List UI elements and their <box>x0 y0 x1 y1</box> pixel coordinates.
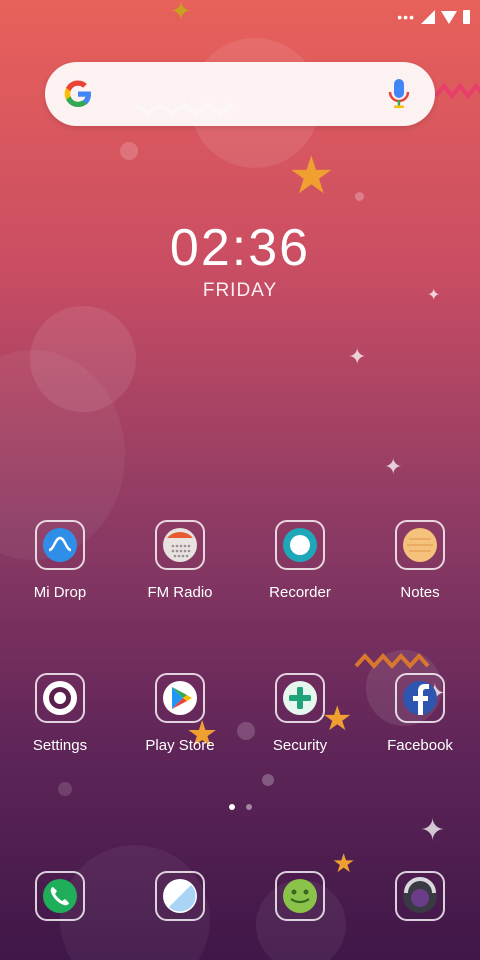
clock-widget[interactable]: 02:36 FRIDAY <box>0 220 480 302</box>
page-indicator[interactable] <box>0 804 480 810</box>
app-recorder[interactable]: Recorder <box>240 520 360 601</box>
app-mi-drop[interactable]: Mi Drop <box>0 520 120 601</box>
app-settings[interactable]: Settings <box>0 673 120 754</box>
app-label: Notes <box>400 584 440 601</box>
wallpaper: ★ ★ ★ ★ ✦ ✦ ✦ ✦ ✦ ✦ <box>0 0 480 960</box>
app-label: Facebook <box>387 737 453 754</box>
app-label: Security <box>272 737 328 754</box>
phone-icon[interactable] <box>35 871 85 921</box>
app-fm-radio[interactable]: FM Radio <box>120 520 240 601</box>
app-grid-row-2: Settings Play Store Security Facebook <box>0 673 480 754</box>
facebook-icon[interactable] <box>395 673 445 723</box>
app-facebook[interactable]: Facebook <box>360 673 480 754</box>
battery-icon <box>463 10 470 24</box>
mi-drop-icon[interactable] <box>35 520 85 570</box>
google-g-icon[interactable] <box>61 77 95 111</box>
play-store-icon[interactable] <box>155 673 205 723</box>
app-label: FM Radio <box>147 584 213 601</box>
status-bar: ••• <box>397 4 470 30</box>
dock-android[interactable] <box>240 871 360 921</box>
app-label: Play Store <box>145 737 215 754</box>
dock-messaging[interactable] <box>120 871 240 921</box>
wifi-icon <box>441 10 457 24</box>
settings-icon[interactable] <box>35 673 85 723</box>
app-label: Mi Drop <box>33 584 87 601</box>
google-search-bar[interactable] <box>45 62 435 126</box>
app-label: Recorder <box>269 584 331 601</box>
messaging-icon[interactable] <box>155 871 205 921</box>
app-notes[interactable]: Notes <box>360 520 480 601</box>
fm-radio-icon[interactable] <box>155 520 205 570</box>
page-dot-active[interactable] <box>228 804 235 810</box>
recorder-icon[interactable] <box>275 520 325 570</box>
signal-icon <box>421 10 435 24</box>
clock-time: 02:36 <box>169 219 311 277</box>
notes-icon[interactable] <box>395 520 445 570</box>
dock <box>0 871 480 921</box>
app-label: Settings <box>32 737 88 754</box>
dock-camera[interactable] <box>360 871 480 921</box>
camera-icon[interactable] <box>395 871 445 921</box>
app-play-store[interactable]: Play Store <box>120 673 240 754</box>
mic-icon[interactable] <box>387 77 411 111</box>
android-icon[interactable] <box>275 871 325 921</box>
security-icon[interactable] <box>275 673 325 723</box>
app-grid-row-1: Mi Drop FM Radio Recorder Notes <box>0 520 480 601</box>
dock-phone[interactable] <box>0 871 120 921</box>
app-security[interactable]: Security <box>240 673 360 754</box>
page-dot[interactable] <box>245 804 252 810</box>
notification-dots-icon: ••• <box>397 9 415 25</box>
star-shape: ★ <box>288 147 335 205</box>
clock-day: FRIDAY <box>202 280 278 301</box>
